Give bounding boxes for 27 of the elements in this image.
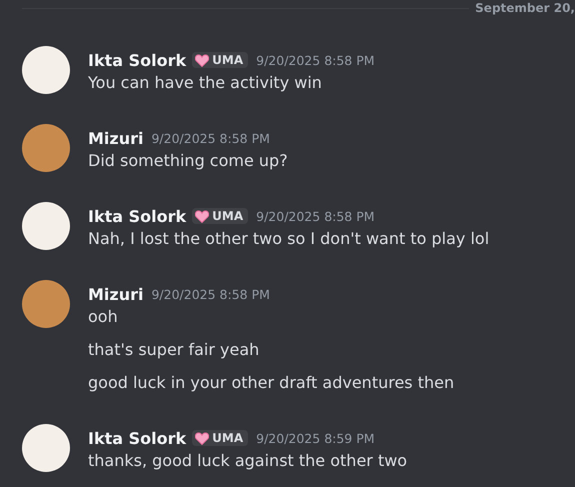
timestamp: 9/20/2025 8:58 PM [151,130,270,146]
message-text: You can have the activity win [88,72,323,94]
username[interactable]: Ikta Solork [88,428,186,448]
message-text: good luck in your other draft adventures then [88,372,454,394]
avatar[interactable] [22,202,70,250]
server-tag[interactable]: UMA [192,430,248,446]
avatar[interactable] [22,424,70,472]
message-text: Nah, I lost the other two so I don't want to play lol [88,228,490,250]
username[interactable]: Mizuri [88,284,144,304]
message-text: thanks, good luck against the other two [88,450,408,472]
message-text: ooh [88,306,119,328]
heart-icon [195,210,210,222]
username[interactable]: Mizuri [88,128,144,148]
timestamp: 9/20/2025 8:59 PM [256,430,375,446]
server-tag[interactable]: UMA [192,52,248,68]
message-text: Did something come up? [88,150,288,172]
timestamp: 9/20/2025 8:58 PM [151,286,270,302]
timestamp: 9/20/2025 8:58 PM [256,208,375,224]
heart-icon [195,54,210,66]
username[interactable]: Ikta Solork [88,50,186,70]
avatar[interactable] [22,46,70,94]
server-tag[interactable]: UMA [192,208,248,224]
timestamp: 9/20/2025 8:58 PM [256,52,375,68]
username[interactable]: Ikta Solork [88,206,186,226]
message-text: that's super fair yeah [88,339,260,361]
heart-icon [195,432,210,444]
date-divider: September 20, [475,1,575,15]
